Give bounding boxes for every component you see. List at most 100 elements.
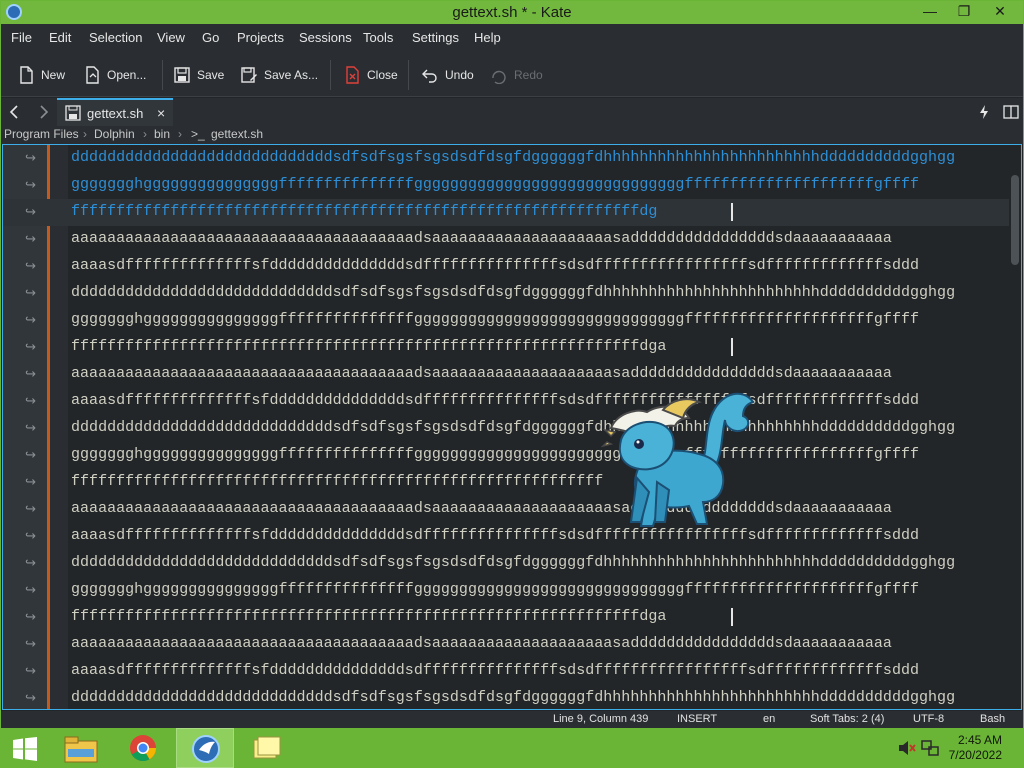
menu-go[interactable]: Go [202, 30, 219, 45]
menu-view[interactable]: View [157, 30, 185, 45]
breadcrumb-separator: › [83, 127, 87, 141]
menu-file[interactable]: File [11, 30, 32, 45]
title-bar[interactable]: gettext.sh * - Kate — ❐ ✕ [1, 1, 1023, 24]
chrome-taskbar-button[interactable] [114, 728, 172, 768]
encoding[interactable]: UTF-8 [913, 713, 944, 725]
chevron-left-icon[interactable] [7, 104, 23, 120]
code-line[interactable]: ↪ dddddddddddddddddddddddddddddsdfsdfsgsf… [3, 415, 1009, 442]
cursor-position[interactable]: Line 9, Column 439 [553, 713, 648, 725]
breadcrumb-separator: › [178, 127, 182, 141]
code-line[interactable]: ↪ ggggggghgggggggggggggggfffffffffffffffg… [3, 442, 1009, 469]
close-document-button[interactable]: Close [343, 64, 399, 86]
editor-view[interactable]: ↪ dddddddddddddddddddddddddddddsdfsdfsgsf… [2, 144, 1022, 710]
network-icon[interactable] [921, 739, 939, 757]
code-line[interactable]: ↪ aaaasdffffffffffffffsfdddddddddddddddsd… [3, 388, 1009, 415]
code-line[interactable]: ↪ ggggggghgggggggggggggggfffffffffffffffg… [3, 577, 1009, 604]
input-mode[interactable]: INSERT [677, 713, 717, 725]
open-button[interactable]: Open... [83, 64, 149, 86]
code-line-text: aaaaaaaaaaaaaaaaaaaaaaaaaaaaaaaaaaaaaads… [71, 635, 892, 652]
close-window-button[interactable]: ✕ [983, 1, 1017, 23]
menu-sessions[interactable]: Sessions [299, 30, 352, 45]
code-line-text: dddddddddddddddddddddddddddddsdfsdfsgsfs… [71, 149, 956, 166]
wrap-indicator-icon: ↪ [25, 366, 36, 381]
code-line-text: aaaasdffffffffffffffsfdddddddddddddddsdf… [71, 527, 920, 544]
start-button[interactable] [0, 728, 58, 768]
split-view-icon[interactable] [1003, 104, 1019, 120]
menu-tools[interactable]: Tools [363, 30, 393, 45]
close-document-icon [346, 66, 359, 84]
code-line[interactable]: ↪ fffffffffffffffffffffffffffffffffffffff… [3, 334, 1009, 361]
wrap-indicator-icon: ↪ [25, 420, 36, 435]
file-explorer-icon [64, 736, 98, 763]
menu-help[interactable]: Help [474, 30, 501, 45]
tab-close-icon[interactable]: × [157, 105, 165, 121]
undo-icon [422, 69, 437, 83]
wrap-indicator-icon: ↪ [25, 258, 36, 273]
code-line[interactable]: ↪ aaaasdffffffffffffffsfdddddddddddddddsd… [3, 658, 1009, 685]
save-icon [65, 105, 81, 121]
code-line[interactable]: ↪ aaaaaaaaaaaaaaaaaaaaaaaaaaaaaaaaaaaaaad… [3, 361, 1009, 388]
kate-taskbar-button[interactable] [176, 728, 234, 768]
undo-label: Undo [445, 68, 474, 82]
code-line[interactable]: ↪ dddddddddddddddddddddddddddddsdfsdfsgsf… [3, 145, 1009, 172]
code-line[interactable]: ↪ aaaasdffffffffffffffsfdddddddddddddddsd… [3, 253, 1009, 280]
tab-bar: gettext.sh × [1, 98, 1023, 126]
text-cursor [731, 203, 733, 221]
code-line[interactable]: ↪ dddddddddddddddddddddddddddddsdfsdfsgsf… [3, 550, 1009, 577]
creature-sprite-image [601, 392, 755, 527]
wrap-indicator-icon: ↪ [25, 204, 36, 219]
code-line[interactable]: ↪ ggggggghgggggggggggggggfffffffffffffffg… [3, 172, 1009, 199]
code-line-text: ggggggghgggggggggggggggfffffffffffffffgg… [71, 176, 920, 193]
menu-selection[interactable]: Selection [89, 30, 142, 45]
code-line[interactable]: ↪ aaaasdffffffffffffffsfdddddddddddddddsd… [3, 523, 1009, 550]
vertical-scrollbar[interactable] [1011, 175, 1019, 265]
redo-icon [492, 70, 506, 84]
chevron-right-icon[interactable] [35, 104, 51, 120]
breadcrumb-separator: › [143, 127, 147, 141]
code-line[interactable]: ↪ aaaaaaaaaaaaaaaaaaaaaaaaaaaaaaaaaaaaaad… [3, 226, 1009, 253]
maximize-button[interactable]: ❐ [947, 1, 981, 23]
save-as-button[interactable]: Save As... [240, 64, 320, 86]
code-line-text: ffffffffffffffffffffffffffffffffffffffff… [71, 338, 667, 355]
toolbar-separator [330, 60, 331, 90]
file-explorer-taskbar-button[interactable] [52, 728, 110, 768]
code-line[interactable]: ↪ fffffffffffffffffffffffffffffffffffffff… [3, 469, 1009, 496]
quick-open-icon[interactable] [977, 104, 991, 120]
code-line[interactable]: ↪ aaaaaaaaaaaaaaaaaaaaaaaaaaaaaaaaaaaaaad… [3, 631, 1009, 658]
breadcrumb-dolphin[interactable]: Dolphin [94, 127, 135, 141]
terminal-script-icon: >_ [191, 127, 205, 141]
main-toolbar: New Open... Save Save As... Close Undo R… [1, 52, 1023, 97]
syntax-mode[interactable]: Bash [980, 713, 1005, 725]
code-line[interactable]: ↪ dddddddddddddddddddddddddddddsdfsdfsgsf… [3, 280, 1009, 307]
menu-settings[interactable]: Settings [412, 30, 459, 45]
indentation-settings[interactable]: Soft Tabs: 2 (4) [810, 713, 884, 725]
window-title: gettext.sh * - Kate [452, 4, 572, 21]
code-line[interactable]: ↪ aaaaaaaaaaaaaaaaaaaaaaaaaaaaaaaaaaaaaad… [3, 496, 1009, 523]
redo-button[interactable]: Redo [490, 64, 543, 86]
save-button[interactable]: Save [173, 64, 225, 86]
code-line-text: ggggggghgggggggggggggggfffffffffffffffgg… [71, 446, 920, 463]
new-button[interactable]: New [17, 64, 67, 86]
code-line[interactable]: ↪ fffffffffffffffffffffffffffffffffffffff… [3, 604, 1009, 631]
minimize-button[interactable]: — [913, 1, 947, 23]
breadcrumb-bin[interactable]: bin [154, 127, 170, 141]
code-line[interactable]: ↪ dddddddddddddddddddddddddddddsdfsdfsgsf… [3, 685, 1009, 709]
kate-icon [192, 735, 220, 763]
volume-muted-icon[interactable] [898, 740, 916, 756]
notes-taskbar-button[interactable] [238, 728, 296, 768]
dictionary-language[interactable]: en [763, 713, 775, 725]
code-line[interactable]: ↪ ggggggghgggggggggggggggfffffffffffffffg… [3, 307, 1009, 334]
menu-projects[interactable]: Projects [237, 30, 284, 45]
breadcrumb-gettext-sh[interactable]: gettext.sh [211, 127, 263, 141]
menu-edit[interactable]: Edit [49, 30, 71, 45]
undo-button[interactable]: Undo [421, 64, 475, 86]
code-line-text: ffffffffffffffffffffffffffffffffffffffff… [71, 608, 667, 625]
breadcrumb-program-files[interactable]: Program Files [4, 127, 79, 141]
clock-time: 2:45 AM [957, 733, 1002, 747]
open-document-icon [86, 66, 99, 84]
wrap-indicator-icon: ↪ [25, 285, 36, 300]
system-clock[interactable]: 2:45 AM 7/20/2022 [949, 733, 1002, 763]
sticky-notes-icon [253, 736, 281, 759]
tab-gettext-sh[interactable]: gettext.sh × [57, 98, 173, 126]
code-line-current[interactable]: ↪ fffffffffffffffffffffffffffffffffffffff… [3, 199, 1009, 226]
